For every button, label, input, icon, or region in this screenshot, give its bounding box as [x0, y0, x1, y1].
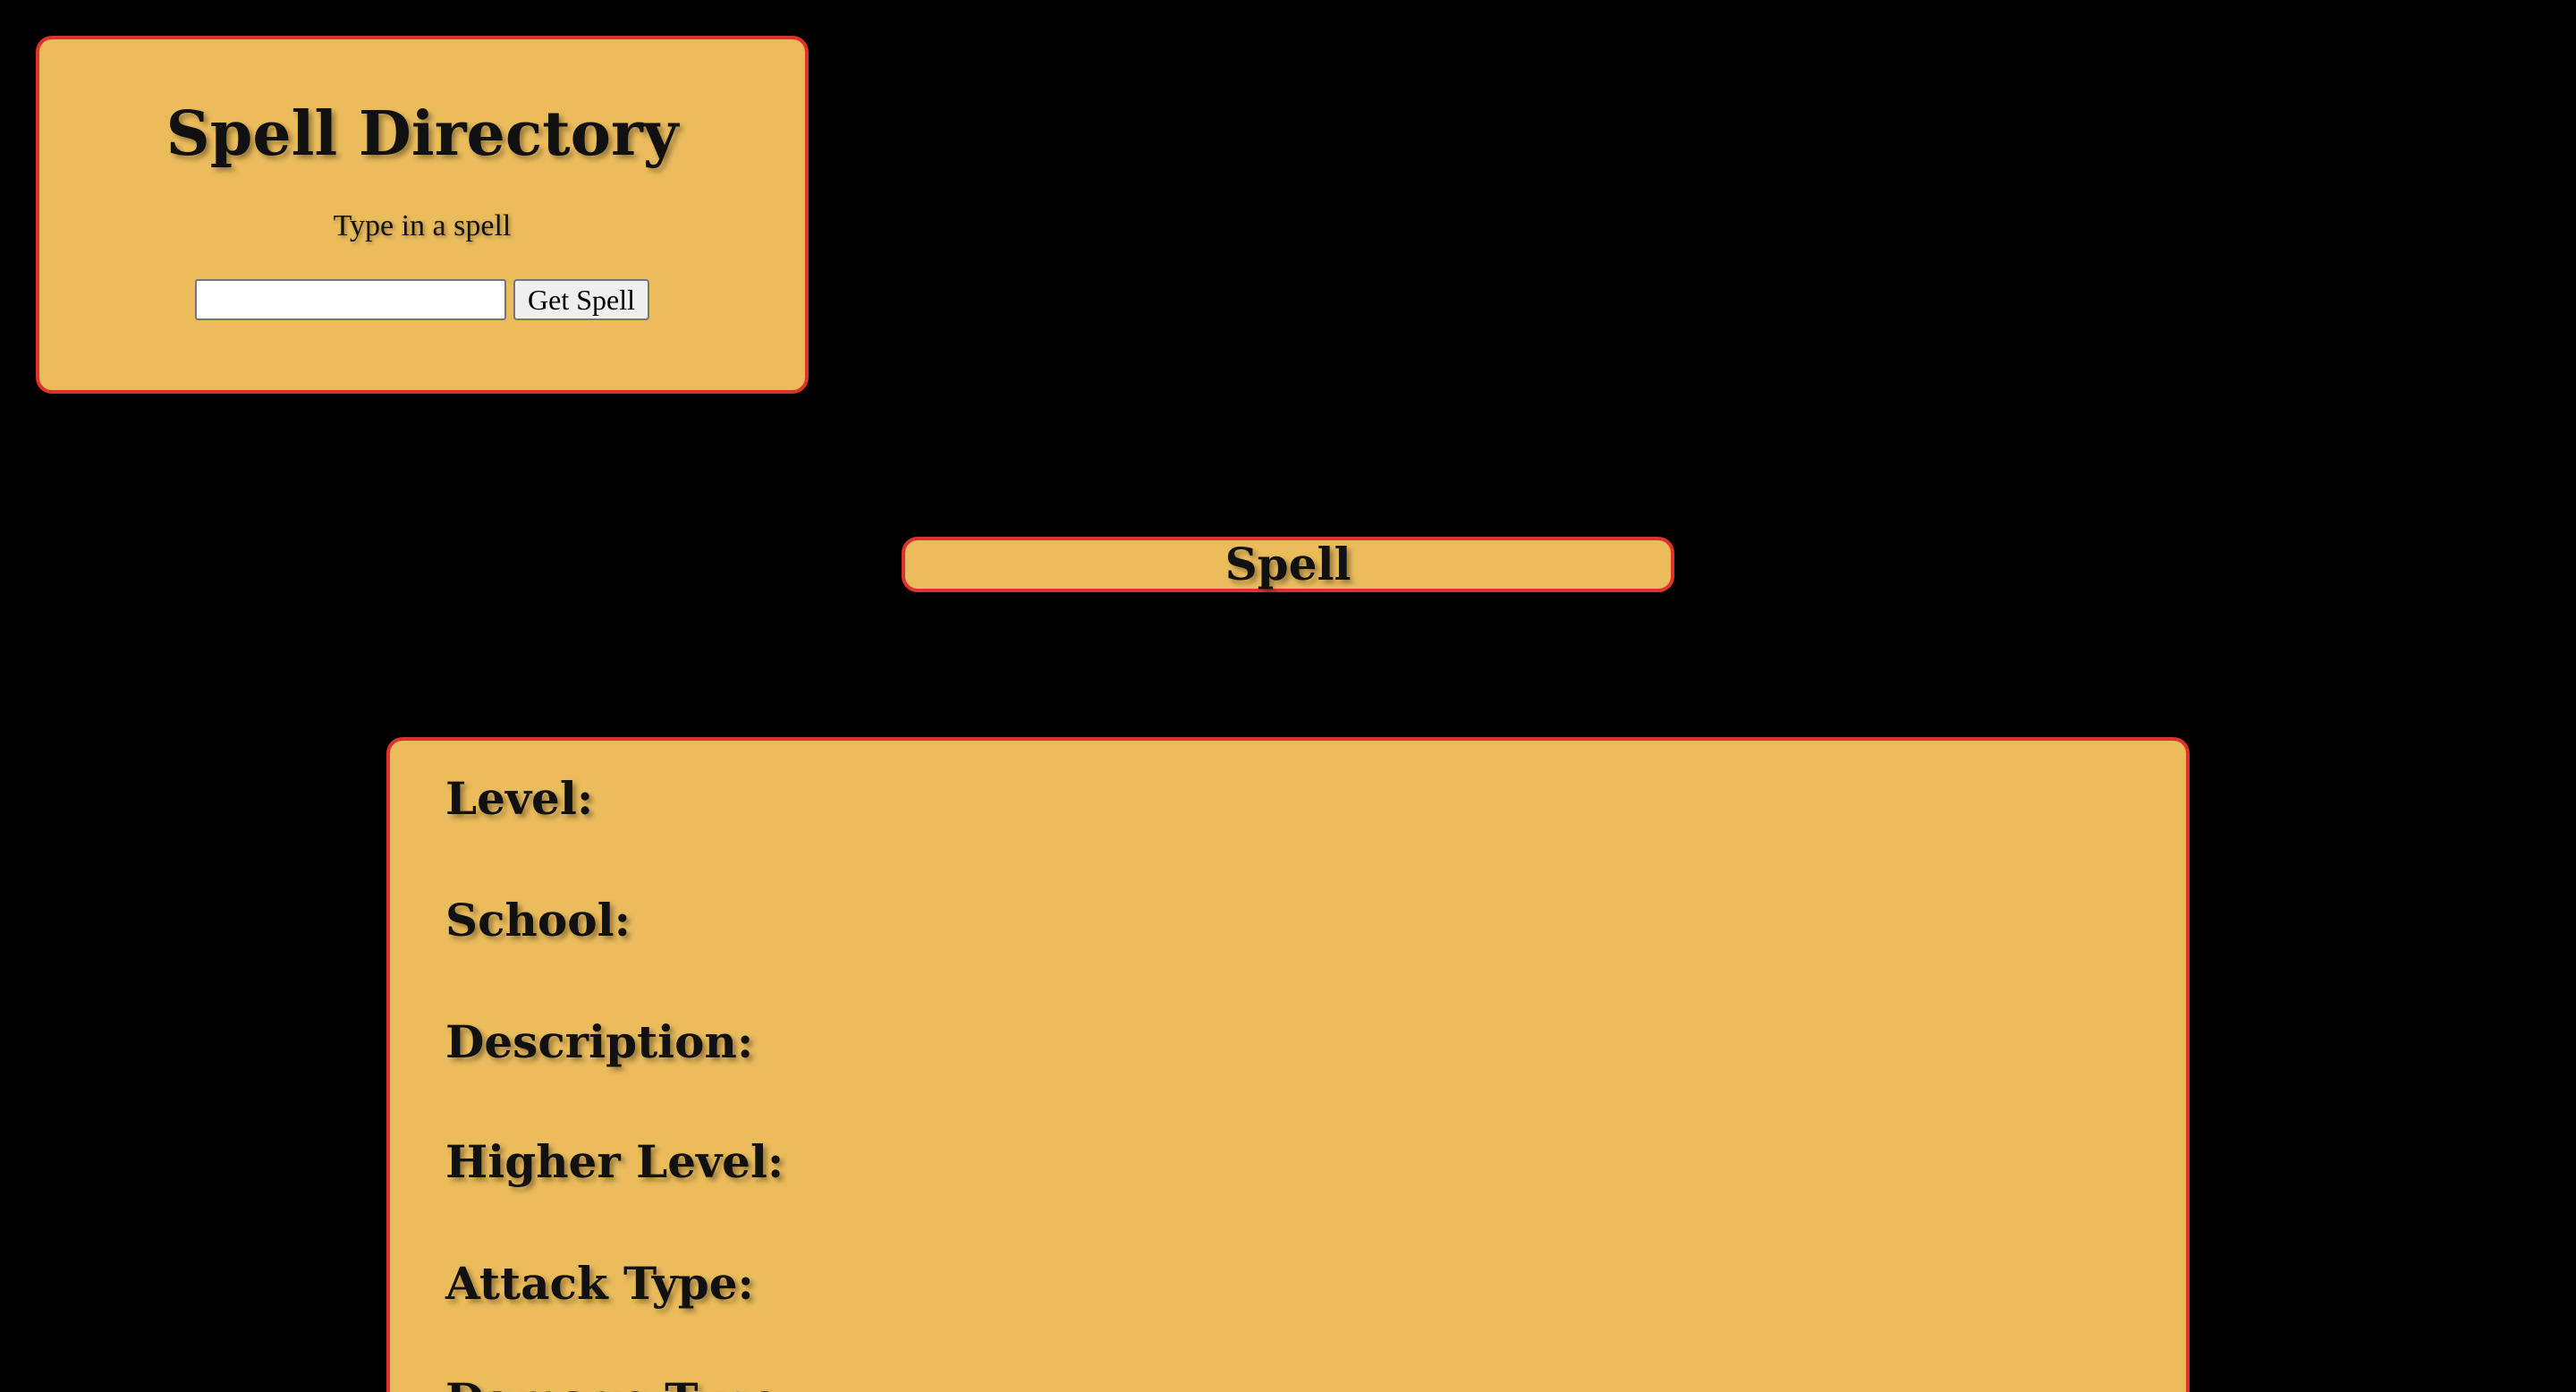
- search-prompt: Type in a spell: [333, 209, 512, 242]
- damage-type-label: Damage Type:: [445, 1378, 795, 1392]
- attack-type-label: Attack Type:: [445, 1257, 754, 1310]
- level-label: Level:: [445, 772, 594, 825]
- search-row: Get Spell: [39, 279, 805, 320]
- page-title: Spell Directory: [165, 98, 679, 170]
- school-label: School:: [445, 894, 631, 946]
- description-label: Description:: [445, 1015, 754, 1068]
- spell-search-input[interactable]: [195, 279, 506, 320]
- higher-level-label: Higher Level:: [445, 1135, 784, 1188]
- spell-details-panel: Level: School: Description: Higher Level…: [386, 737, 2190, 1392]
- get-spell-button[interactable]: Get Spell: [513, 279, 649, 320]
- spell-search-panel: Spell Directory Type in a spell Get Spel…: [36, 36, 809, 394]
- spell-name: Spell: [1224, 538, 1352, 590]
- spell-name-header: Spell: [902, 537, 1674, 592]
